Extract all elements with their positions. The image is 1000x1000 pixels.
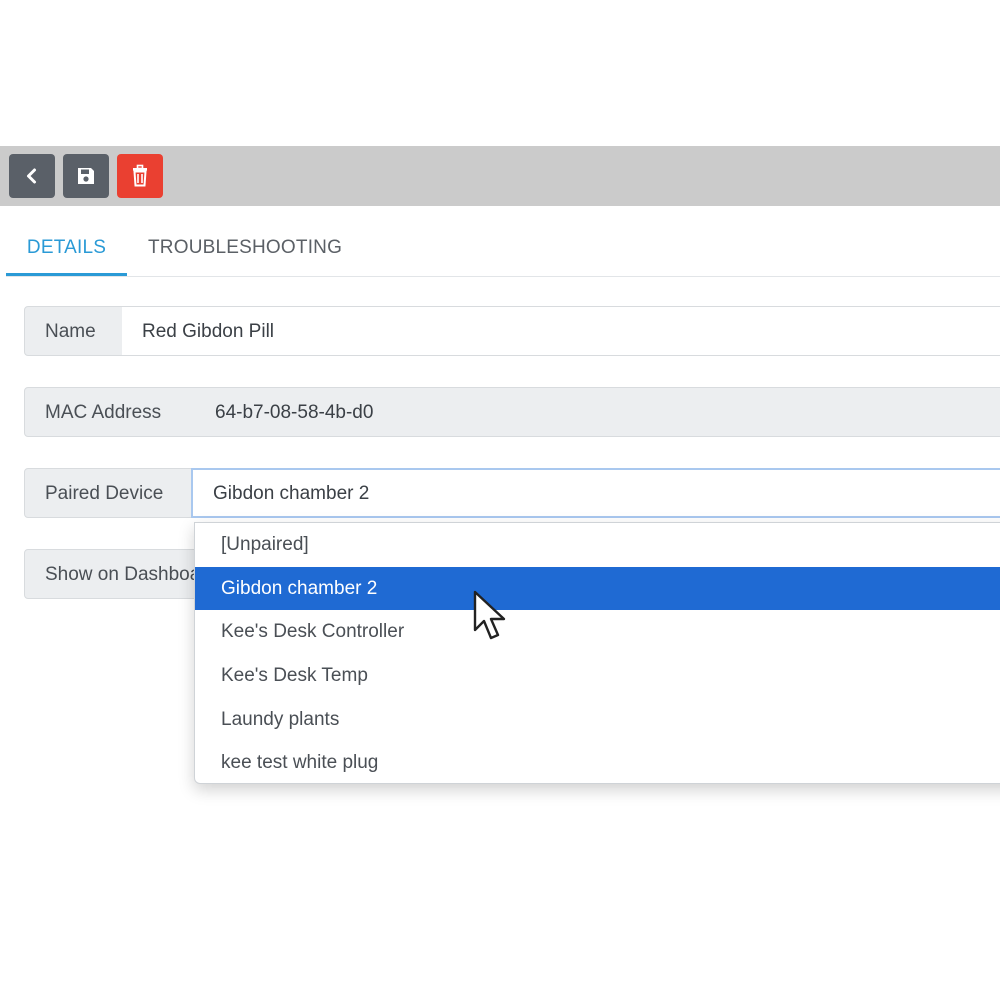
dropdown-option[interactable]: Kee's Desk Temp bbox=[195, 654, 1000, 697]
mac-address-label: MAC Address bbox=[24, 387, 196, 437]
chevron-left-icon bbox=[27, 168, 36, 184]
save-button[interactable] bbox=[63, 154, 109, 198]
name-label: Name bbox=[24, 306, 123, 356]
mac-address-field: 64-b7-08-58-4b-d0 bbox=[195, 387, 1000, 437]
back-button[interactable] bbox=[9, 154, 55, 198]
page-bottom bbox=[0, 854, 1000, 1000]
name-row: Name Red Gibdon Pill bbox=[24, 306, 1000, 358]
dropdown-option[interactable]: Kee's Desk Controller bbox=[195, 610, 1000, 653]
delete-button[interactable] bbox=[117, 154, 163, 198]
toolbar bbox=[0, 146, 1000, 206]
tab-troubleshooting[interactable]: TROUBLESHOOTING bbox=[148, 206, 342, 276]
name-field[interactable]: Red Gibdon Pill bbox=[122, 306, 1000, 356]
dropdown-option[interactable]: kee test white plug bbox=[195, 741, 1000, 784]
device-editor-page: DETAILS TROUBLESHOOTING Name Red Gibdon … bbox=[0, 0, 1000, 1000]
dropdown-option[interactable]: Laundy plants bbox=[195, 698, 1000, 741]
dropdown-option-unpaired[interactable]: [Unpaired] bbox=[195, 523, 1000, 566]
trash-icon bbox=[133, 164, 147, 187]
paired-device-select[interactable]: Gibdon chamber 2 bbox=[191, 468, 1000, 518]
paired-device-dropdown: [Unpaired] Gibdon chamber 2 Kee's Desk C… bbox=[194, 522, 1000, 784]
tab-details[interactable]: DETAILS bbox=[6, 206, 127, 276]
floppy-disk-icon bbox=[78, 168, 94, 184]
paired-device-row: Paired Device Gibdon chamber 2 bbox=[24, 468, 1000, 520]
paired-device-label: Paired Device bbox=[24, 468, 192, 518]
dropdown-option-selected[interactable]: Gibdon chamber 2 bbox=[195, 567, 1000, 610]
tab-bar: DETAILS TROUBLESHOOTING bbox=[6, 206, 1000, 277]
mac-row: MAC Address 64-b7-08-58-4b-d0 bbox=[24, 387, 1000, 439]
